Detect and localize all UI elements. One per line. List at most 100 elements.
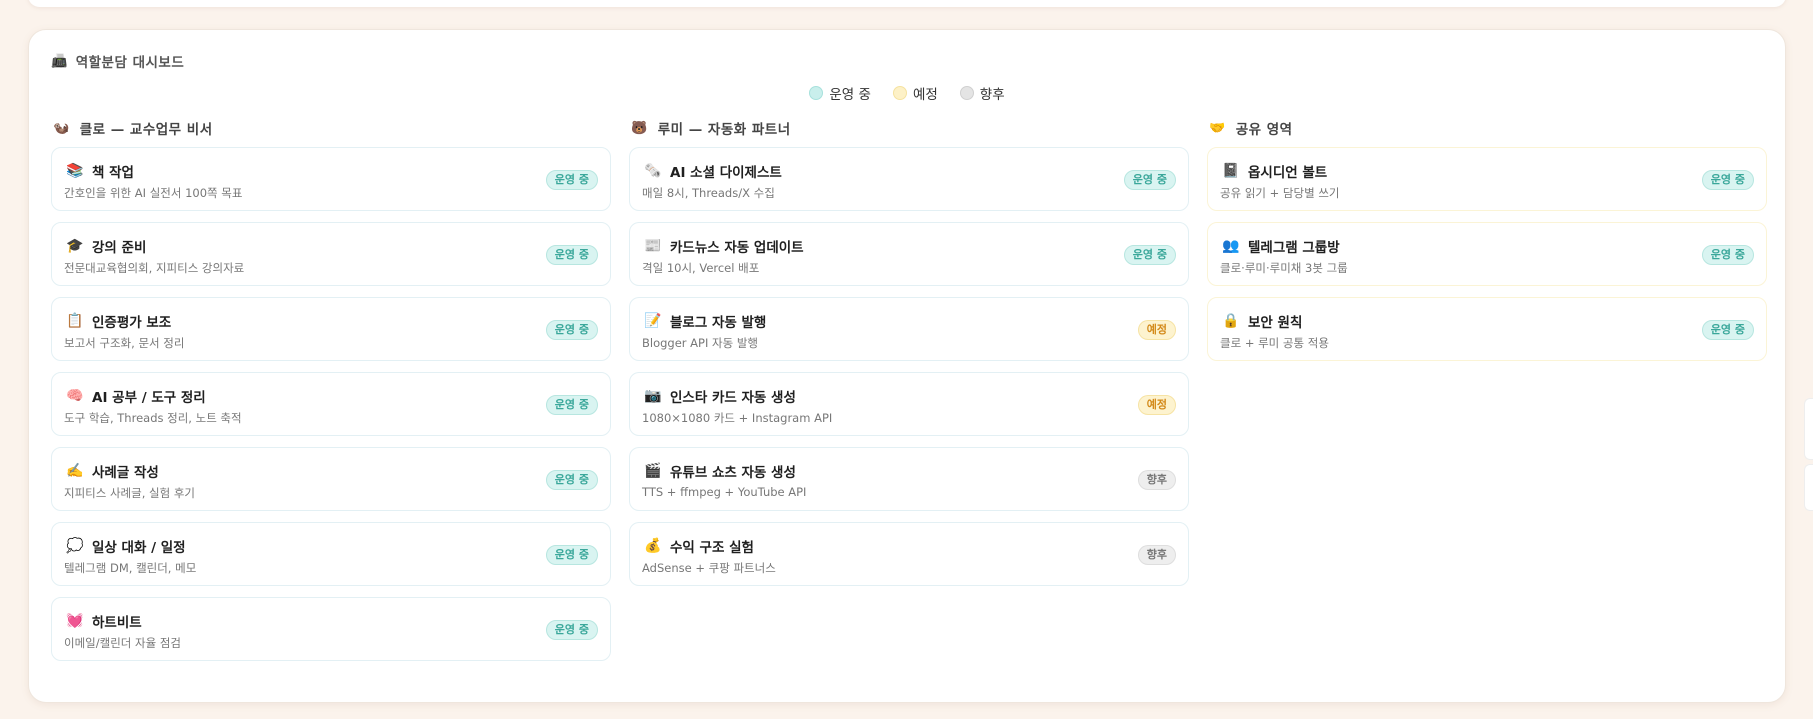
- side-panel-tab[interactable]: [1804, 398, 1813, 460]
- task-icon: 💓: [66, 613, 84, 629]
- task-card[interactable]: 🎬 유튜브 쇼츠 자동 생성 TTS + ffmpeg + YouTube API 향…: [629, 447, 1189, 511]
- column-rumi: 🐻 루미 — 자동화 파트너 🗞️ AI 소셜 다이제스트매일 8시, Threa…: [629, 118, 1189, 597]
- legend-label: 운영 중: [829, 87, 871, 103]
- task-title: 인스타 카드 자동 생성: [670, 390, 796, 406]
- task-card[interactable]: 🔒 보안 원칙 클로 + 루미 공통 적용 운영 중: [1207, 297, 1767, 361]
- task-description: 텔레그램 DM, 캘린더, 메모: [64, 561, 197, 575]
- task-title: 보안 원칙: [1248, 315, 1303, 331]
- task-description: 매일 8시, Threads/X 수집: [642, 186, 775, 200]
- task-description: 전문대교육협의회, 지피티스 강의자료: [64, 261, 245, 275]
- task-icon: 📚: [66, 163, 84, 179]
- column-shared: 🤝 공유 영역 📓 옵시디언 볼트 공유 읽기 + 담당별 쓰기 운영 중 👥 텔레그램 …: [1207, 118, 1767, 372]
- status-badge: 향후: [1137, 545, 1176, 565]
- task-icon: 🧠: [66, 388, 84, 404]
- task-card[interactable]: 🗞️ AI 소셜 다이제스트매일 8시, Threads/X 수집 운영 중: [629, 147, 1189, 211]
- task-description: 격일 10시, Vercel 배포: [642, 261, 760, 275]
- task-card[interactable]: 📋 인증평가 보조 보고서 구조화, 문서 정리 운영 중: [51, 297, 611, 361]
- task-description: 공유 읽기 + 담당별 쓰기: [1220, 186, 1340, 200]
- side-panel-tab[interactable]: [1804, 464, 1813, 511]
- task-title: 텔레그램 그룹방: [1248, 240, 1340, 256]
- task-title: 옵시디언 볼트: [1248, 165, 1328, 181]
- dashboard-header: 📠 역할분담 대시보드: [51, 52, 185, 72]
- legend-dot-operating: [809, 86, 824, 100]
- task-description: 보고서 구조화, 문서 정리: [64, 336, 185, 350]
- status-badge: 운영 중: [545, 545, 598, 565]
- column-header: 🐻 루미 — 자동화 파트너: [631, 118, 1189, 139]
- task-icon: 💰: [644, 538, 662, 554]
- task-icon: 📓: [1222, 163, 1240, 179]
- legend-dot-planned: [892, 86, 907, 100]
- task-description: Blogger API 자동 발행: [642, 336, 759, 350]
- task-description: 간호인을 위한 AI 실전서 100쪽 목표: [64, 186, 243, 200]
- task-description: 이메일/캘린더 자율 점검: [64, 636, 181, 650]
- task-card[interactable]: 💓 하트비트이메일/캘린더 자율 점검 운영 중: [51, 597, 611, 661]
- task-title: 강의 준비: [92, 240, 147, 256]
- task-title: AI 공부 / 도구 정리: [92, 390, 206, 406]
- column-title: 루미 — 자동화 파트너: [657, 122, 791, 138]
- task-card[interactable]: 💭 일상 대화 / 일정텔레그램 DM, 캘린더, 메모 운영 중: [51, 522, 611, 586]
- task-description: AdSense + 쿠팡 파트너스: [642, 561, 776, 575]
- task-card[interactable]: 📓 옵시디언 볼트공유 읽기 + 담당별 쓰기 운영 중: [1207, 147, 1767, 211]
- task-description: 도구 학습, Threads 정리, 노트 축적: [64, 411, 242, 425]
- task-title: 카드뉴스 자동 업데이트: [670, 240, 804, 256]
- column-header: 🦦 클로 — 교수업무 비서: [53, 118, 611, 139]
- column-title: 공유 영역: [1235, 122, 1293, 138]
- task-title: 하트비트: [92, 615, 142, 631]
- status-badge: 운영 중: [1123, 245, 1176, 265]
- task-title: 일상 대화 / 일정: [92, 540, 186, 556]
- task-card[interactable]: 💰 수익 구조 실험 AdSense + 쿠팡 파트너스 향후: [629, 522, 1189, 586]
- task-icon: 🗞️: [644, 163, 662, 179]
- legend-dot-future: [959, 86, 974, 100]
- status-legend: 운영 중 예정 향후: [29, 83, 1785, 103]
- task-title: 수익 구조 실험: [670, 540, 754, 556]
- task-card[interactable]: 📰 카드뉴스 자동 업데이트격일 10시, Vercel 배포 운영 중: [629, 222, 1189, 286]
- task-description: 클로·루미·루미채 3봇 그룹: [1220, 261, 1348, 275]
- status-badge: 운영 중: [545, 245, 598, 265]
- task-card[interactable]: 👥 텔레그램 그룹방클로·루미·루미채 3봇 그룹 운영 중: [1207, 222, 1767, 286]
- status-badge: 운영 중: [1701, 245, 1754, 265]
- task-title: 블로그 자동 발행: [670, 315, 767, 331]
- task-card[interactable]: 🧠 AI 공부 / 도구 정리도구 학습, Threads 정리, 노트 축적 운영…: [51, 372, 611, 436]
- task-icon: 🎓: [66, 238, 84, 254]
- task-title: 유튜브 쇼츠 자동 생성: [670, 465, 796, 481]
- task-card[interactable]: 📷 인스타 카드 자동 생성 1080×1080 카드 + Instagram AP…: [629, 372, 1189, 436]
- status-badge: 예정: [1137, 395, 1176, 415]
- task-title: 사례글 작성: [92, 465, 159, 481]
- status-badge: 운영 중: [545, 320, 598, 340]
- column-claw: 🦦 클로 — 교수업무 비서 📚 책 작업간호인을 위한 AI 실전서 100쪽 …: [51, 118, 611, 672]
- column-title: 클로 — 교수업무 비서: [79, 122, 213, 138]
- task-icon: 🔒: [1222, 313, 1240, 329]
- status-badge: 운영 중: [545, 395, 598, 415]
- task-description: 지피티스 사례글, 실험 후기: [64, 486, 196, 500]
- task-card[interactable]: 📝 블로그 자동 발행 Blogger API 자동 발행 예정: [629, 297, 1189, 361]
- status-badge: 운영 중: [545, 620, 598, 640]
- card-list: 📓 옵시디언 볼트 공유 읽기 + 담당별 쓰기 운영 중 👥 텔레그램 그룹방 클로·루미…: [1207, 147, 1767, 361]
- task-icon: 🎬: [644, 463, 662, 479]
- task-card[interactable]: 🎓 강의 준비전문대교육협의회, 지피티스 강의자료 운영 중: [51, 222, 611, 286]
- status-badge: 예정: [1137, 320, 1176, 340]
- status-badge: 운영 중: [545, 470, 598, 490]
- task-icon: 💭: [66, 538, 84, 554]
- task-title: 책 작업: [92, 165, 134, 181]
- task-card[interactable]: ✍️ 사례글 작성지피티스 사례글, 실험 후기 운영 중: [51, 447, 611, 511]
- task-title: AI 소셜 다이제스트: [670, 165, 782, 181]
- task-description: TTS + ffmpeg + YouTube API: [642, 485, 807, 499]
- dashboard-title: 역할분담 대시보드: [75, 55, 185, 71]
- status-badge: 운영 중: [1701, 320, 1754, 340]
- legend-item-planned: 예정: [892, 83, 938, 103]
- task-card[interactable]: 📚 책 작업간호인을 위한 AI 실전서 100쪽 목표 운영 중: [51, 147, 611, 211]
- task-icon: 👥: [1222, 238, 1240, 254]
- status-badge: 운영 중: [545, 170, 598, 190]
- top-panel-edge: [28, 0, 1786, 7]
- card-list: 🗞️ AI 소셜 다이제스트 매일 8시, Threads/X 수집 운영 중 📰 카드뉴…: [629, 147, 1189, 586]
- fax-icon: 📠: [51, 53, 68, 69]
- task-icon: 📋: [66, 313, 84, 329]
- legend-label: 향후: [979, 87, 1005, 103]
- status-badge: 운영 중: [1701, 170, 1754, 190]
- role-dashboard-panel: 📠 역할분담 대시보드 운영 중 예정 향후 🦦 클로 — 교수업무 비서 📚 책…: [28, 29, 1786, 703]
- task-icon: ✍️: [66, 463, 84, 479]
- task-description: 1080×1080 카드 + Instagram API: [642, 411, 833, 425]
- task-icon: 📰: [644, 238, 662, 254]
- status-badge: 운영 중: [1123, 170, 1176, 190]
- status-badge: 향후: [1137, 470, 1176, 490]
